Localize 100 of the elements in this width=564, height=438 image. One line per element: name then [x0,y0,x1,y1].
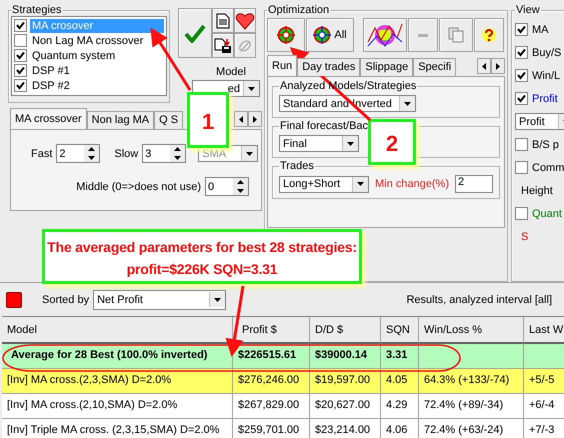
checkbox[interactable] [515,161,528,174]
checkbox[interactable] [14,19,27,32]
parameter-label: Slow [114,148,138,160]
group-title: Strategies [11,4,63,16]
callout-number: 2 [368,119,416,165]
optimize-all-button[interactable]: All [306,18,354,52]
satellite-dish-icon [237,38,253,54]
sort-dropdown[interactable]: Net Profit [93,290,226,310]
parameter-label: Fast [31,148,52,160]
column-header[interactable]: Model [2,317,233,344]
table-cell: +6/-4 [524,394,564,419]
scroll-left-button[interactable] [234,111,248,127]
caret-up-icon [88,147,96,152]
list-item[interactable]: DSP #2 [30,78,72,92]
scroll-left-button[interactable] [477,58,491,74]
caret-down-icon [246,152,254,156]
min-change-label: Min change(%) [375,178,449,190]
list-item[interactable]: Quantum system [30,48,118,62]
list-item[interactable]: Non Lag MA crossover [30,34,146,48]
table-cell: 3.31 [381,344,419,369]
checkbox[interactable] [515,92,528,105]
checkbox[interactable] [14,49,27,62]
tab[interactable]: Day trades [297,58,360,76]
option-label: Buy/S [532,46,562,58]
group-title: Trades [279,160,315,172]
table-cell: [Inv] MA cross.(2,10,SMA) D=2.0% [2,394,233,419]
checkbox[interactable] [14,79,27,92]
column-header[interactable]: SQN [381,317,419,344]
group-title: View [515,4,541,16]
view-dropdown[interactable]: Profit [515,113,564,130]
column-header[interactable]: D/D $ [310,317,381,344]
caret-right-icon [496,62,500,70]
table-cell: $259,701.00 [233,419,310,438]
checkbox[interactable] [515,138,528,151]
tab[interactable]: Run [267,55,298,76]
caret-up-icon [237,180,244,184]
table-cell: [Inv] Triple MA cross. (2,3,15,SMA) D=2.0% [2,419,233,438]
checkbox[interactable] [515,69,528,82]
table-cell: 4.05 [381,369,419,394]
forecast-dropdown[interactable]: Final [279,135,359,152]
copy-button[interactable] [439,18,473,52]
checkbox[interactable] [515,46,528,59]
models-dropdown[interactable]: Standard and Inverted [279,95,416,112]
table-cell: $23,214.00 [310,419,381,438]
option-label: B/S p [532,138,559,150]
checkbox[interactable] [515,23,528,36]
apply-button[interactable] [178,8,212,58]
help-button[interactable] [474,18,504,52]
tab[interactable]: Slippage [360,58,414,76]
table-cell: $226515.61 [233,344,310,369]
option-label: Comm [532,162,564,174]
checkbox[interactable] [14,64,27,77]
caret-down-icon [88,156,96,160]
spin-field[interactable]: 0 [205,177,249,196]
scroll-right-button[interactable] [248,111,262,127]
checkbox[interactable] [515,207,528,220]
spin-field[interactable]: 3 [142,144,186,163]
heart-icon [235,12,255,30]
table-cell: $20,627.00 [310,394,381,419]
chart-button[interactable] [363,18,407,52]
favorite-button[interactable] [234,8,256,33]
trades-dropdown[interactable]: Long+Short [279,176,369,192]
document-button[interactable] [212,8,234,33]
min-change-field[interactable]: 2 [454,175,493,193]
caret-down-icon [174,156,182,160]
caret-down-icon [347,142,354,146]
option-label: MA [532,24,548,36]
table-cell: 4.29 [381,394,419,419]
table-cell: 72.4% (+89/-34) [419,394,524,419]
group-title: Optimization [267,4,330,16]
save-button[interactable] [212,33,234,58]
document-icon [216,12,230,28]
tab[interactable]: MA crossover [10,108,87,129]
table-cell: 4.06 [381,419,419,438]
caret-down-icon [357,182,364,186]
minus-button[interactable] [408,18,438,52]
tab[interactable]: Non lag MA [86,111,154,129]
option-label: S [520,230,528,242]
callout-number: 1 [187,92,229,148]
tab[interactable]: Q S [154,111,184,129]
sort-label: Sorted by [42,294,90,306]
optimize-button[interactable] [267,18,305,52]
option-label: Quant [532,208,562,220]
group-title: Final forecast/Bac [279,120,370,132]
table-cell: $39000.14 [310,344,381,369]
arrow [150,27,192,91]
list-item[interactable]: DSP #1 [30,64,72,78]
caret-up-icon [174,147,182,152]
table-cell: Average for 28 Best (100.0% inverted) [2,344,233,369]
checkbox[interactable] [14,34,27,47]
caret-left-icon [482,62,486,70]
save-icon [214,38,232,54]
parameter-label: Middle (0=>does not use) [76,180,201,192]
spin-field[interactable]: 2 [56,144,100,163]
tab[interactable]: Specifi [413,58,456,76]
caret-down-icon [237,188,244,193]
scroll-right-button[interactable] [491,58,505,74]
option-label: Height [520,184,553,196]
column-header[interactable]: Win/Loss % [419,317,524,344]
table-cell: [Inv] MA cross.(2,3,SMA) D=2.0% [2,369,233,394]
